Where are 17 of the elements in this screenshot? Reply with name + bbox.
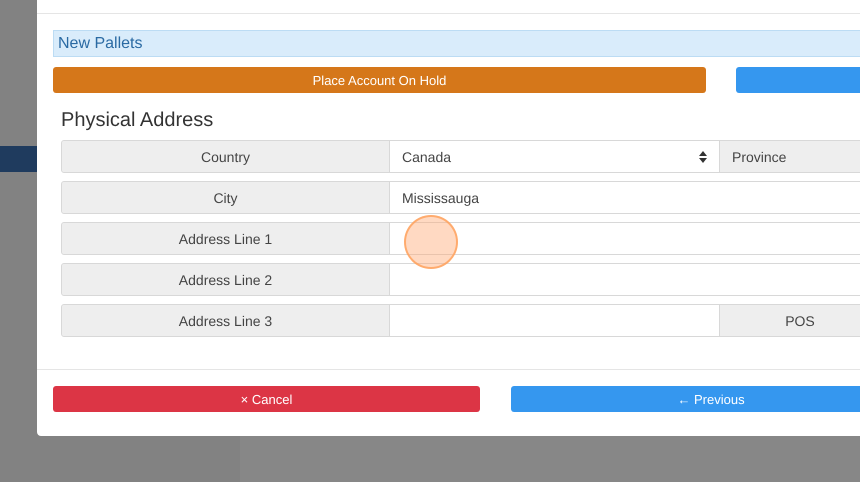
sort-caret-icon [699,150,707,162]
section-banner: New Pallets [53,30,860,57]
field-label: Address Line 1 [61,222,390,255]
field-label: Country [61,140,390,173]
input-field[interactable]: Mississauga [390,181,860,214]
field-label: Address Line 2 [61,263,390,296]
cancel-button[interactable]: × Cancel [53,386,480,412]
click-marker [404,215,458,269]
country-select[interactable]: Canada [390,140,720,173]
input-field[interactable] [390,304,720,337]
province-field[interactable]: Province [720,140,860,173]
input-field[interactable] [390,263,860,296]
field-label: POS [720,304,860,337]
input-field[interactable] [390,222,860,255]
section-title: Physical Address [61,109,214,132]
field-label: City [61,181,390,214]
field-label: Address Line 3 [61,304,390,337]
